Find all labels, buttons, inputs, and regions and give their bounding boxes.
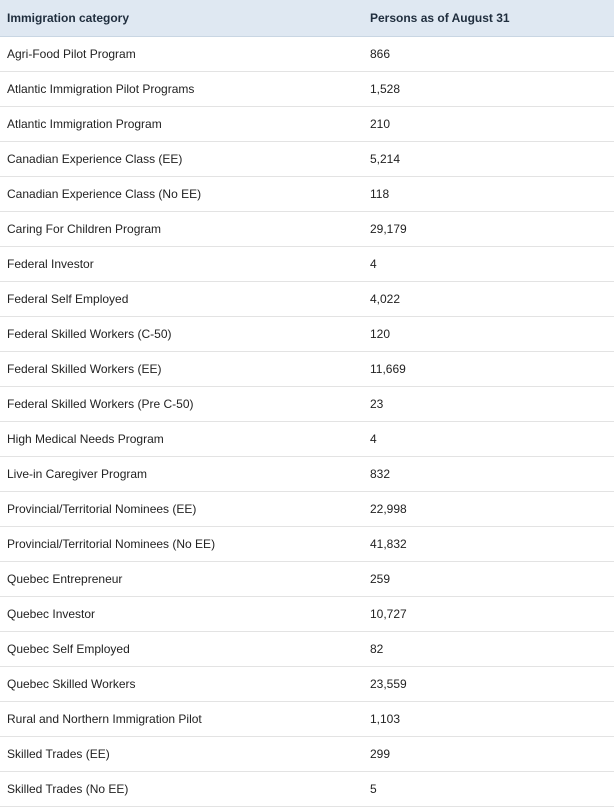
cell-persons: 41,832 (362, 526, 614, 562)
cell-category: Federal Skilled Workers (EE) (0, 351, 362, 387)
cell-persons: 23 (362, 386, 614, 422)
cell-category: High Medical Needs Program (0, 421, 362, 457)
cell-persons: 4,022 (362, 281, 614, 317)
cell-category: Atlantic Immigration Program (0, 106, 362, 142)
table-row: Quebec Skilled Workers 23,559 (0, 666, 614, 702)
table-row: Quebec Investor 10,727 (0, 596, 614, 632)
cell-category: Live-in Caregiver Program (0, 456, 362, 492)
cell-persons: 11,669 (362, 351, 614, 387)
cell-category: Atlantic Immigration Pilot Programs (0, 71, 362, 107)
cell-category: Federal Skilled Workers (Pre C-50) (0, 386, 362, 422)
cell-persons: 1,528 (362, 71, 614, 107)
cell-persons: 118 (362, 176, 614, 212)
cell-persons: 5,214 (362, 141, 614, 177)
table-row: Atlantic Immigration Program 210 (0, 106, 614, 142)
cell-category: Federal Skilled Workers (C-50) (0, 316, 362, 352)
table-row: Federal Self Employed 4,022 (0, 281, 614, 317)
table-header: Immigration category Persons as of Augus… (0, 0, 614, 37)
table-body: Agri-Food Pilot Program 866 Atlantic Immig… (0, 36, 614, 807)
immigration-table: Immigration category Persons as of Augus… (0, 0, 614, 807)
table-row: Canadian Experience Class (EE) 5,214 (0, 141, 614, 177)
table-row: Provincial/Territorial Nominees (EE) 22,9… (0, 491, 614, 527)
table-row: High Medical Needs Program 4 (0, 421, 614, 457)
cell-persons: 1,103 (362, 701, 614, 737)
table-row: Federal Investor 4 (0, 246, 614, 282)
table-row: Provincial/Territorial Nominees (No EE) 4… (0, 526, 614, 562)
cell-category: Skilled Trades (No EE) (0, 771, 362, 807)
column-header-persons: Persons as of August 31 (362, 0, 614, 37)
table-row: Skilled Trades (EE) 299 (0, 736, 614, 772)
cell-persons: 259 (362, 561, 614, 597)
table-row: Quebec Entrepreneur 259 (0, 561, 614, 597)
table-row: Canadian Experience Class (No EE) 118 (0, 176, 614, 212)
cell-persons: 832 (362, 456, 614, 492)
cell-category: Provincial/Territorial Nominees (EE) (0, 491, 362, 527)
cell-category: Caring For Children Program (0, 211, 362, 247)
cell-category: Provincial/Territorial Nominees (No EE) (0, 526, 362, 562)
cell-category: Federal Self Employed (0, 281, 362, 317)
cell-category: Quebec Investor (0, 596, 362, 632)
cell-persons: 210 (362, 106, 614, 142)
cell-persons: 22,998 (362, 491, 614, 527)
table-row: Caring For Children Program 29,179 (0, 211, 614, 247)
cell-persons: 4 (362, 421, 614, 457)
table-row: Live-in Caregiver Program 832 (0, 456, 614, 492)
cell-persons: 5 (362, 771, 614, 807)
table-row: Quebec Self Employed 82 (0, 631, 614, 667)
cell-persons: 82 (362, 631, 614, 667)
cell-category: Canadian Experience Class (EE) (0, 141, 362, 177)
cell-category: Quebec Skilled Workers (0, 666, 362, 702)
cell-persons: 23,559 (362, 666, 614, 702)
cell-category: Quebec Entrepreneur (0, 561, 362, 597)
cell-category: Rural and Northern Immigration Pilot (0, 701, 362, 737)
cell-persons: 10,727 (362, 596, 614, 632)
table-row: Atlantic Immigration Pilot Programs 1,528 (0, 71, 614, 107)
table-row: Rural and Northern Immigration Pilot 1,10… (0, 701, 614, 737)
table-row: Skilled Trades (No EE) 5 (0, 771, 614, 807)
cell-category: Federal Investor (0, 246, 362, 282)
table-row: Federal Skilled Workers (Pre C-50) 23 (0, 386, 614, 422)
table-row: Federal Skilled Workers (C-50) 120 (0, 316, 614, 352)
cell-category: Skilled Trades (EE) (0, 736, 362, 772)
cell-persons: 120 (362, 316, 614, 352)
table-row: Federal Skilled Workers (EE) 11,669 (0, 351, 614, 387)
cell-category: Canadian Experience Class (No EE) (0, 176, 362, 212)
column-header-category: Immigration category (0, 0, 362, 37)
cell-persons: 866 (362, 36, 614, 72)
cell-persons: 299 (362, 736, 614, 772)
header-row: Immigration category Persons as of Augus… (0, 0, 614, 37)
cell-persons: 29,179 (362, 211, 614, 247)
table-row: Agri-Food Pilot Program 866 (0, 36, 614, 72)
cell-category: Quebec Self Employed (0, 631, 362, 667)
cell-category: Agri-Food Pilot Program (0, 36, 362, 72)
cell-persons: 4 (362, 246, 614, 282)
